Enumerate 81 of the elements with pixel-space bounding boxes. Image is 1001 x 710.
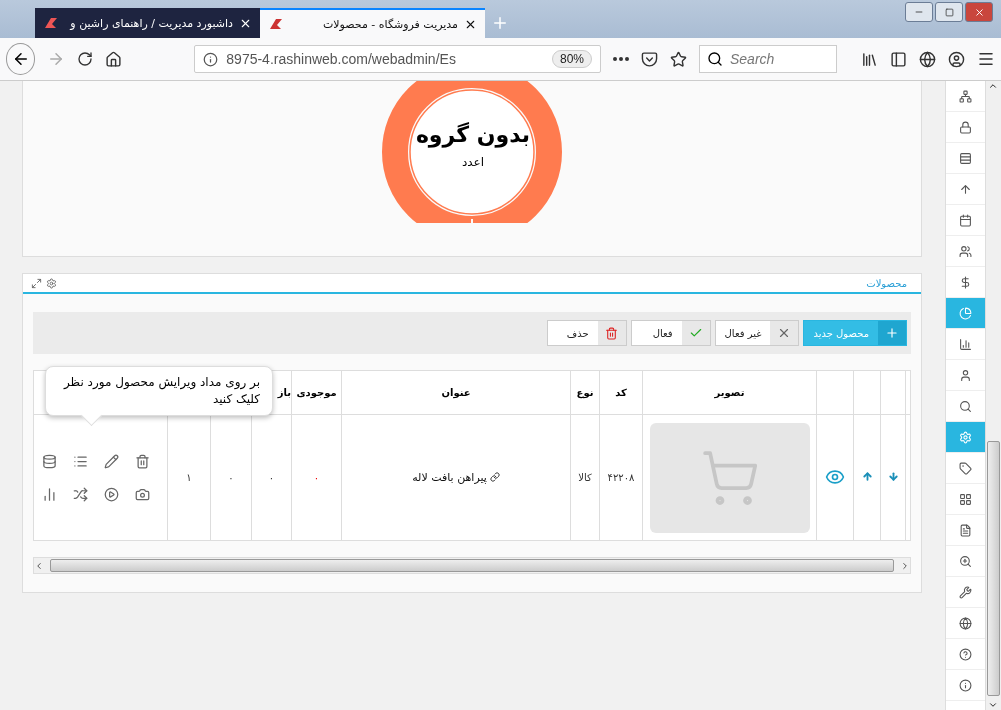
scroll-down-icon (988, 700, 999, 710)
more-button[interactable] (613, 57, 629, 61)
check-icon (688, 326, 703, 340)
bookmark-button[interactable] (670, 50, 687, 68)
play-icon[interactable] (104, 486, 119, 502)
browser-tab[interactable]: داشبورد مدیریت / راهنمای راشین و (35, 8, 260, 38)
document-icon (958, 523, 972, 537)
more-icon (613, 57, 629, 61)
bar-chart-icon[interactable] (42, 486, 57, 502)
shuffle-icon[interactable] (73, 486, 88, 502)
bar-chart-icon (958, 337, 972, 351)
lock-icon (958, 120, 972, 134)
info-icon (958, 678, 972, 692)
browser-tab[interactable]: مدیریت فروشگاه - محصولات (260, 8, 485, 38)
column-header: موجودی (291, 370, 342, 415)
pencil-icon[interactable] (104, 453, 119, 469)
logo-icon (43, 16, 59, 30)
list-icon (958, 151, 972, 165)
trash-icon (605, 326, 619, 340)
horizontal-scrollbar[interactable] (33, 557, 911, 574)
camera-icon[interactable] (135, 486, 150, 502)
reload-button[interactable] (77, 51, 94, 67)
address-bar[interactable]: 8975-4.rashinweb.com/webadmin/Es 80% (194, 45, 601, 73)
wrench-icon (958, 585, 972, 599)
close-button[interactable] (965, 2, 993, 22)
tag-icon (958, 461, 972, 475)
expand-icon[interactable] (31, 277, 42, 289)
list-icon[interactable] (73, 453, 88, 469)
users-icon (958, 244, 972, 258)
chart-center-subtitle: اعدد (460, 155, 486, 169)
network-icon (958, 89, 972, 103)
globe-button[interactable] (919, 50, 936, 68)
menu-button[interactable] (977, 50, 995, 68)
close-icon (973, 6, 985, 18)
zoom-badge[interactable]: 80% (551, 50, 592, 68)
search-icon (958, 399, 972, 413)
chart-center-title: بدون گروه (414, 121, 532, 149)
plus-icon (885, 326, 899, 340)
zoom-in-icon (958, 554, 972, 568)
product-title[interactable]: پیراهن بافت لاله (412, 470, 500, 484)
library-button[interactable] (861, 50, 878, 68)
activate-button[interactable]: فعال (630, 320, 711, 346)
plus-icon (491, 14, 509, 32)
sidebar-button[interactable] (890, 50, 907, 68)
home-button[interactable] (105, 50, 123, 68)
info-icon (203, 51, 219, 67)
table-cell: کالا (570, 414, 600, 541)
arrow-down-icon[interactable] (887, 471, 899, 482)
calendar-icon (958, 213, 972, 227)
logo-icon (268, 17, 284, 31)
panel-title: محصولات (866, 277, 907, 289)
trash-icon[interactable] (135, 453, 150, 469)
column-header: کد (599, 370, 643, 415)
column-header: عنوان (341, 370, 571, 415)
search-field[interactable]: Search (699, 45, 837, 73)
scroll-right-icon (900, 560, 910, 571)
pie-chart-icon (958, 306, 972, 320)
minimize-button[interactable] (905, 2, 933, 22)
maximize-button[interactable] (935, 2, 963, 22)
grid-icon (958, 492, 972, 506)
table-cell: ۴۲۲۰۸ (599, 414, 643, 541)
settings-icon[interactable] (46, 277, 57, 289)
database-icon[interactable] (42, 453, 57, 469)
settings-icon (958, 430, 972, 444)
user-icon (958, 368, 972, 382)
account-button[interactable] (948, 50, 965, 68)
arrow-up-icon (958, 182, 972, 196)
globe-icon (958, 616, 972, 630)
maximize-icon (944, 7, 954, 17)
column-header: نوع (570, 370, 600, 415)
pocket-button[interactable] (641, 50, 658, 68)
column-header: تصویر (642, 370, 817, 415)
search-icon (707, 51, 723, 67)
scroll-up-icon (988, 81, 999, 91)
link-icon (489, 472, 500, 483)
help-icon (958, 647, 972, 661)
delete-button[interactable]: حذف (546, 320, 627, 346)
table-cell: ۰ (291, 414, 342, 541)
scroll-left-icon (34, 560, 44, 571)
deactivate-button[interactable]: غیر فعال (714, 320, 800, 346)
arrow-up-icon[interactable] (861, 471, 873, 482)
